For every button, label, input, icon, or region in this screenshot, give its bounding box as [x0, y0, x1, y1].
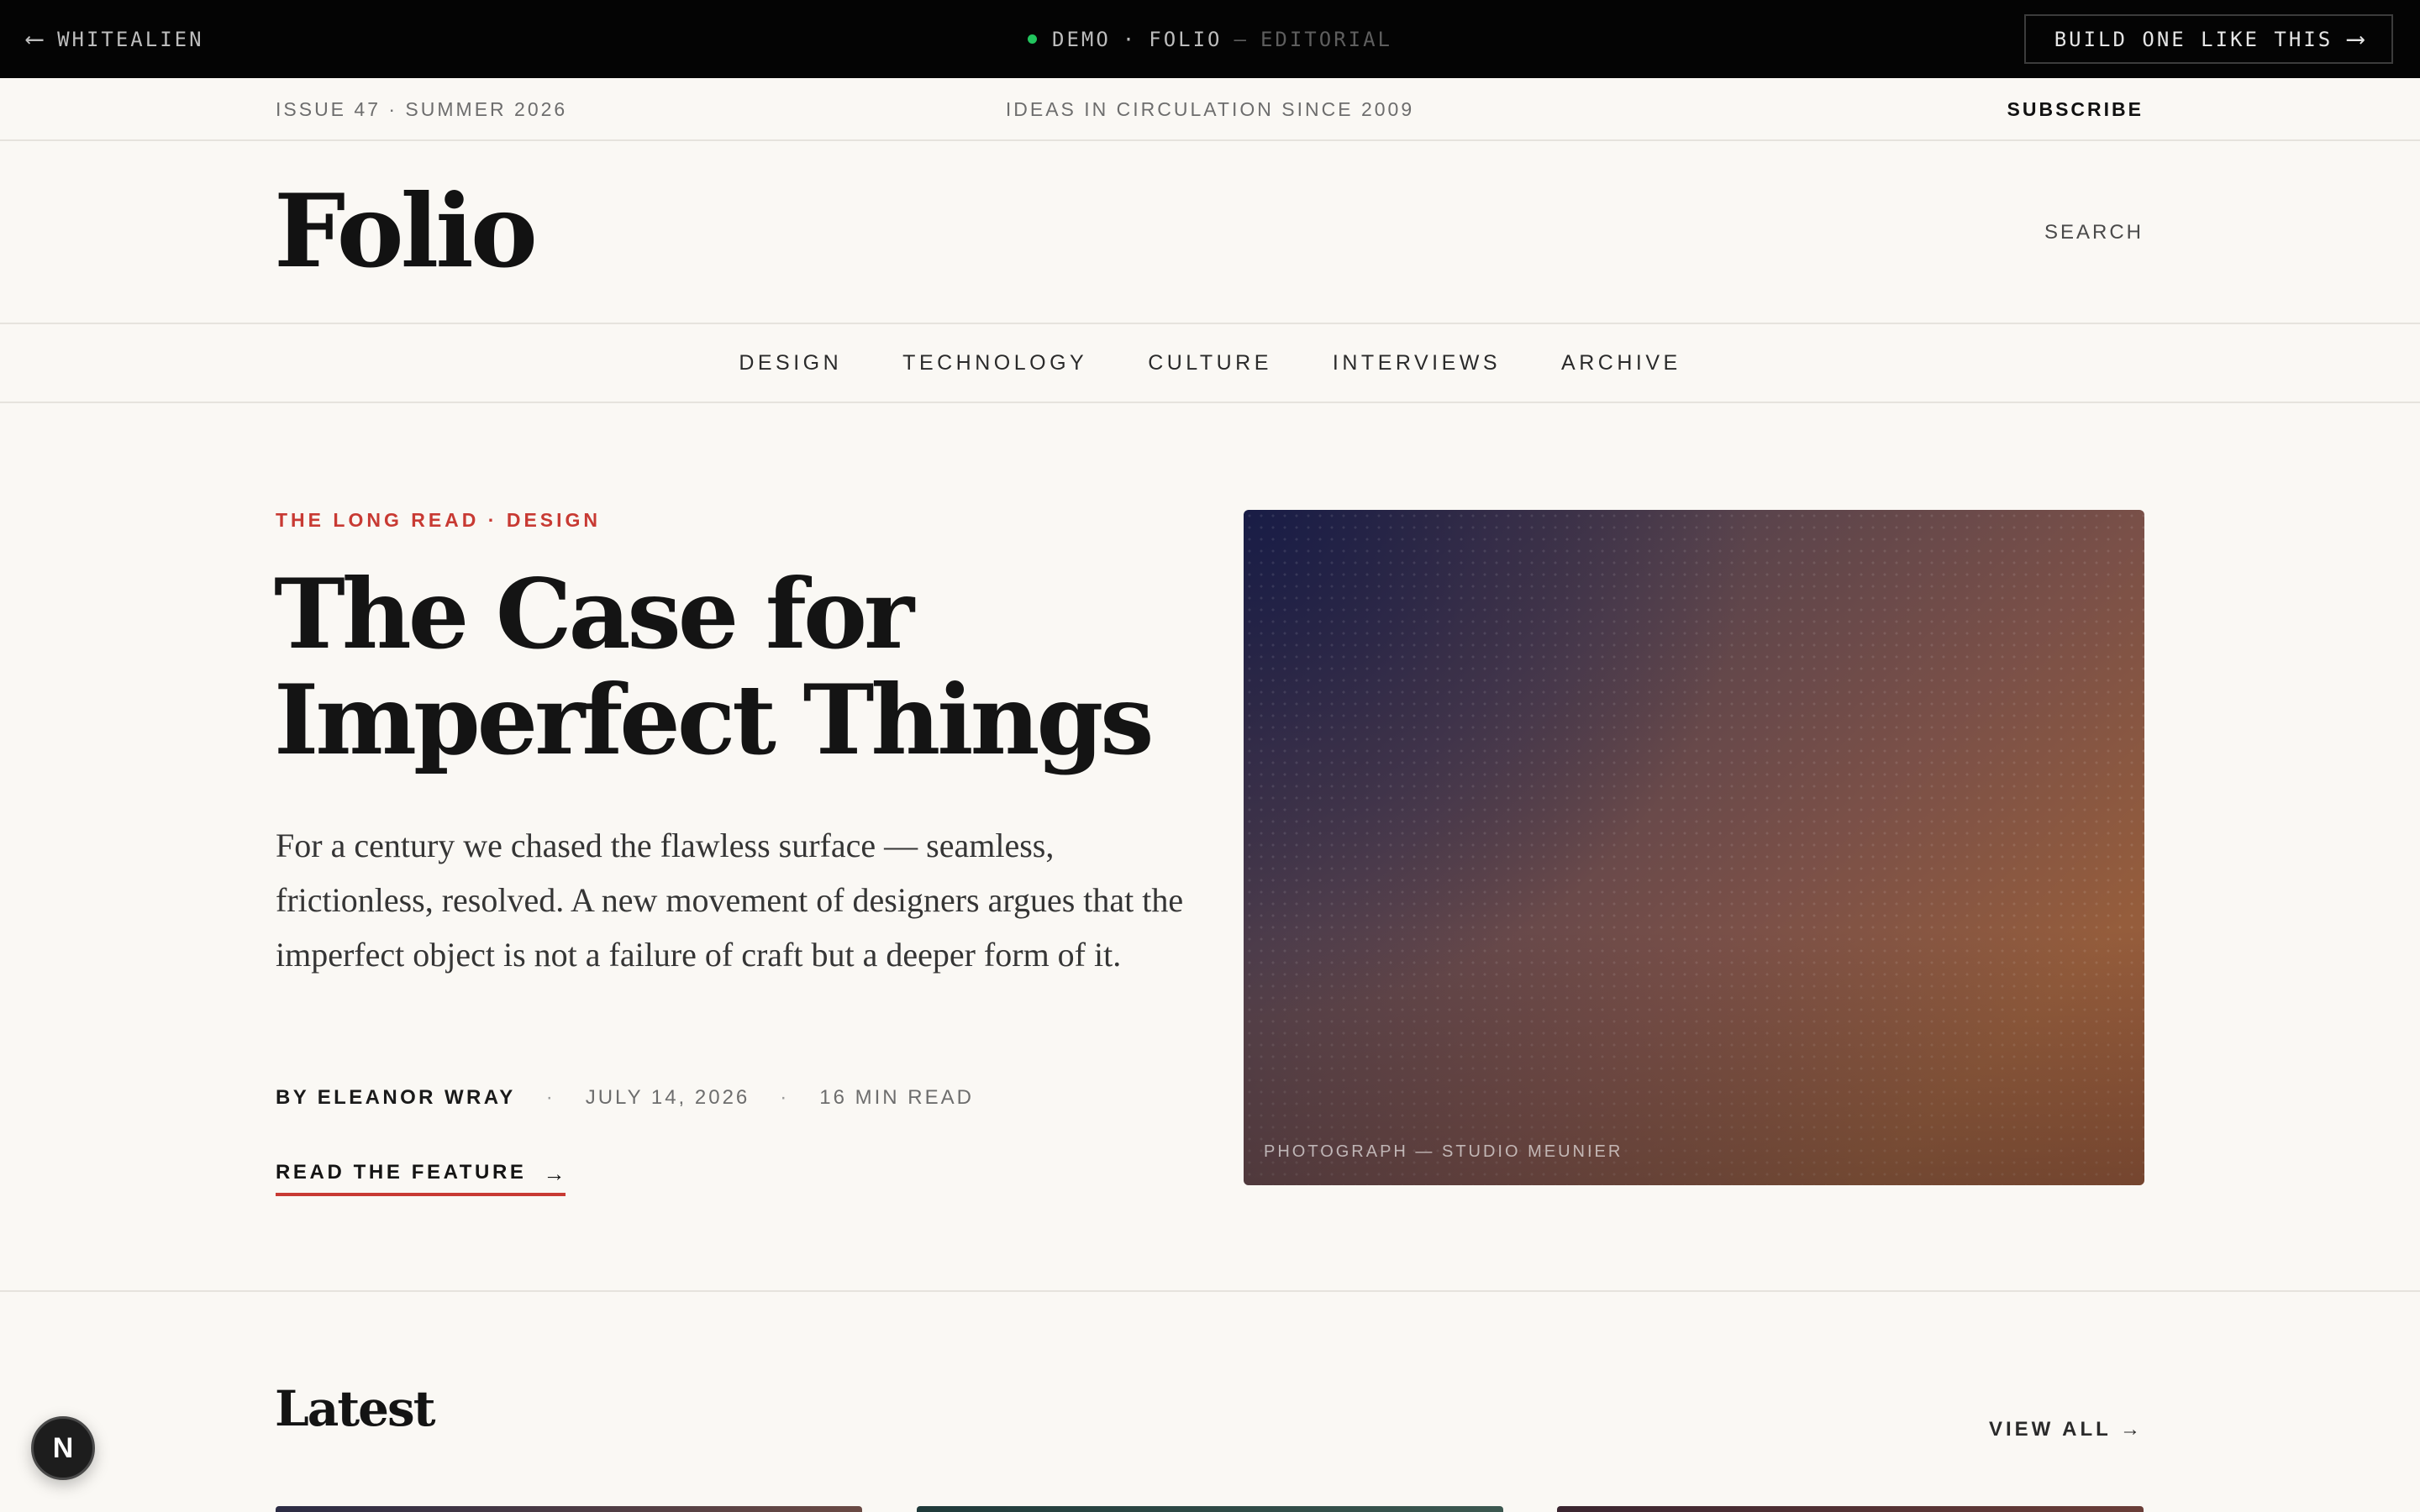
site-logo[interactable]: Folio — [274, 181, 538, 282]
section-nav: DESIGN TECHNOLOGY CULTURE INTERVIEWS ARC… — [0, 324, 2420, 403]
demo-label: DEMO — [1052, 27, 1111, 51]
build-one-button[interactable]: BUILD ONE LIKE THIS ⟶ — [2024, 14, 2393, 64]
mode-label: EDITORIAL — [1260, 27, 1392, 51]
hero-image[interactable]: PHOTOGRAPH — STUDIO MEUNIER — [1244, 510, 2144, 1185]
nav-item-interviews[interactable]: INTERVIEWS — [1333, 351, 1501, 375]
subscribe-link[interactable]: SUBSCRIBE — [2007, 78, 2144, 141]
latest-card-thumbnail[interactable] — [276, 1506, 862, 1512]
utility-strip: ISSUE 47 · SUMMER 2026 IDEAS IN CIRCULAT… — [0, 78, 2420, 141]
separator: · — [1122, 27, 1138, 51]
byline-separator: · — [545, 1086, 555, 1109]
author-name[interactable]: BY ELEANOR WRAY — [276, 1086, 516, 1110]
demo-bar: ⟵ WHITEALIEN DEMO · FOLIO — EDITORIAL BU… — [0, 0, 2420, 78]
back-link-label: WHITEALIEN — [57, 27, 204, 51]
image-caption: PHOTOGRAPH — STUDIO MEUNIER — [1264, 1142, 1623, 1161]
nav-item-technology[interactable]: TECHNOLOGY — [902, 351, 1087, 375]
read-time: 16 MIN READ — [819, 1086, 974, 1109]
latest-heading: Latest — [275, 1380, 435, 1437]
hero-dek: For a century we chased the flawless sur… — [276, 827, 1184, 974]
status-dot-icon — [1028, 34, 1037, 44]
view-all-link[interactable]: VIEW ALL → — [1989, 1418, 2144, 1441]
nav-item-culture[interactable]: CULTURE — [1148, 351, 1272, 375]
arrow-right-icon: ⟶ — [2348, 24, 2364, 54]
hero-kicker: THE LONG READ · DESIGN — [276, 509, 602, 531]
byline-separator: · — [780, 1086, 790, 1109]
masthead: Folio SEARCH — [0, 141, 2420, 324]
search-link[interactable]: SEARCH — [2044, 141, 2144, 324]
nav-item-design[interactable]: DESIGN — [739, 351, 842, 375]
arrow-right-icon: → — [543, 1161, 566, 1186]
latest-card-thumbnail[interactable] — [917, 1506, 1503, 1512]
hero-byline: BY ELEANOR WRAY · JULY 14, 2026 · 16 MIN… — [276, 1084, 974, 1112]
section-divider — [0, 1290, 2420, 1292]
site-label: FOLIO — [1149, 27, 1223, 51]
build-one-label: BUILD ONE LIKE THIS — [2054, 27, 2333, 51]
hero-headline[interactable]: The Case for Imperfect Things — [274, 561, 1249, 773]
arrow-left-icon: ⟵ — [27, 24, 43, 54]
read-feature-link[interactable]: READ THE FEATURE → — [276, 1161, 566, 1196]
framework-badge[interactable]: N — [31, 1416, 95, 1480]
publish-date: JULY 14, 2026 — [585, 1086, 750, 1109]
dash: — — [1234, 27, 1249, 51]
read-feature-label: READ THE FEATURE — [276, 1161, 527, 1184]
latest-card-thumbnail[interactable] — [1557, 1506, 2144, 1512]
nav-item-archive[interactable]: ARCHIVE — [1561, 351, 1681, 375]
back-link[interactable]: ⟵ WHITEALIEN — [27, 0, 204, 78]
